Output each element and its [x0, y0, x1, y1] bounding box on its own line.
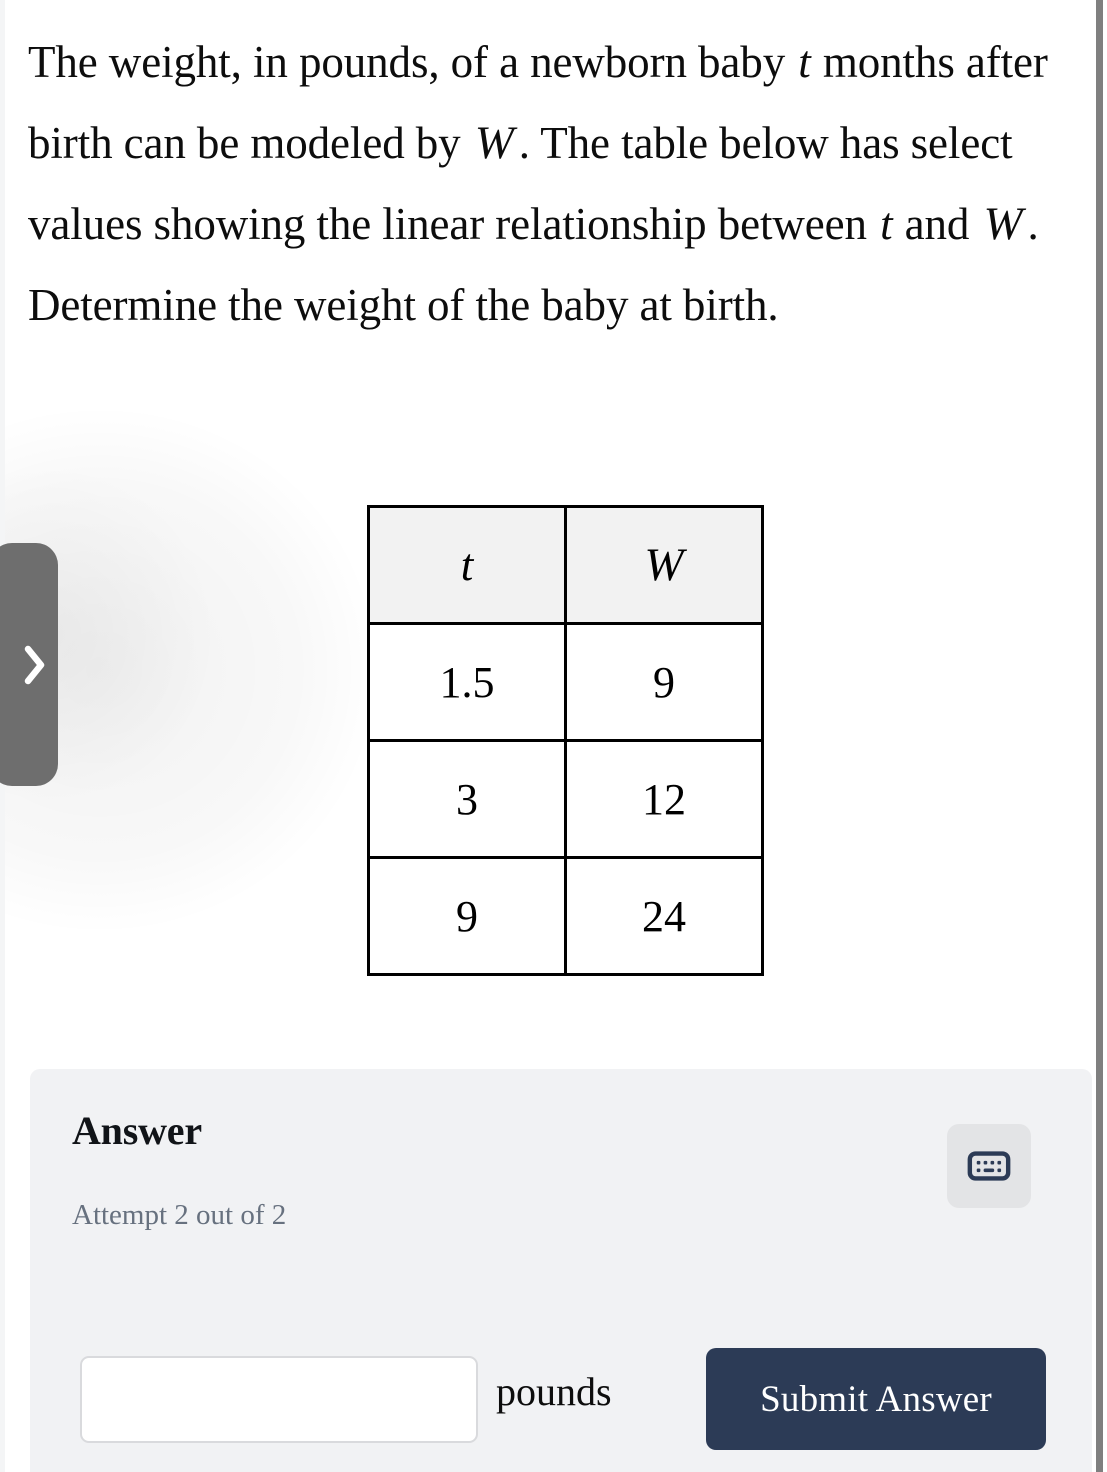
chevron-right-icon [24, 645, 45, 684]
scrollbar-thumb[interactable] [1096, 0, 1103, 1472]
table-cell-t: 9 [367, 856, 567, 976]
answer-card: Answer Attempt 2 out of 2 pounds Submit … [30, 1069, 1092, 1472]
answer-heading: Answer [72, 1108, 202, 1153]
slide-panel-toggle[interactable] [0, 543, 58, 786]
answer-input[interactable] [80, 1356, 478, 1443]
table-header-row: t W [367, 505, 764, 625]
unit-label: pounds [496, 1369, 612, 1414]
table-row: 1.5 9 [367, 622, 764, 742]
prompt-segment-1: The weight, in pounds, of a newborn baby [28, 37, 797, 87]
values-table-container: t W 1.5 9 3 12 9 24 [367, 505, 764, 976]
table-cell-w: 24 [564, 856, 764, 976]
table-cell-t: 3 [367, 739, 567, 859]
table-cell-t: 1.5 [367, 622, 567, 742]
scrollbar-strip[interactable] [1096, 0, 1107, 1472]
table-row: 3 12 [367, 739, 764, 859]
math-keyboard-button[interactable] [947, 1124, 1031, 1208]
math-variable-t: t [798, 37, 811, 87]
math-variable-t-2: t [880, 199, 893, 249]
math-variable-W-2: W [983, 198, 1023, 250]
question-page: The weight, in pounds, of a newborn baby… [0, 0, 1107, 1472]
keyboard-icon [967, 1151, 1011, 1181]
math-variable-W: W [474, 117, 514, 169]
table-header-W: W [564, 505, 764, 625]
values-table: t W 1.5 9 3 12 9 24 [367, 505, 764, 976]
question-prompt: The weight, in pounds, of a newborn baby… [28, 22, 1078, 346]
table-header-t: t [367, 505, 567, 625]
table-row: 9 24 [367, 856, 764, 976]
table-cell-w: 9 [564, 622, 764, 742]
table-cell-w: 12 [564, 739, 764, 859]
prompt-segment-4: and [893, 199, 981, 249]
attempt-counter: Attempt 2 out of 2 [72, 1199, 287, 1231]
submit-answer-button[interactable]: Submit Answer [706, 1348, 1046, 1450]
